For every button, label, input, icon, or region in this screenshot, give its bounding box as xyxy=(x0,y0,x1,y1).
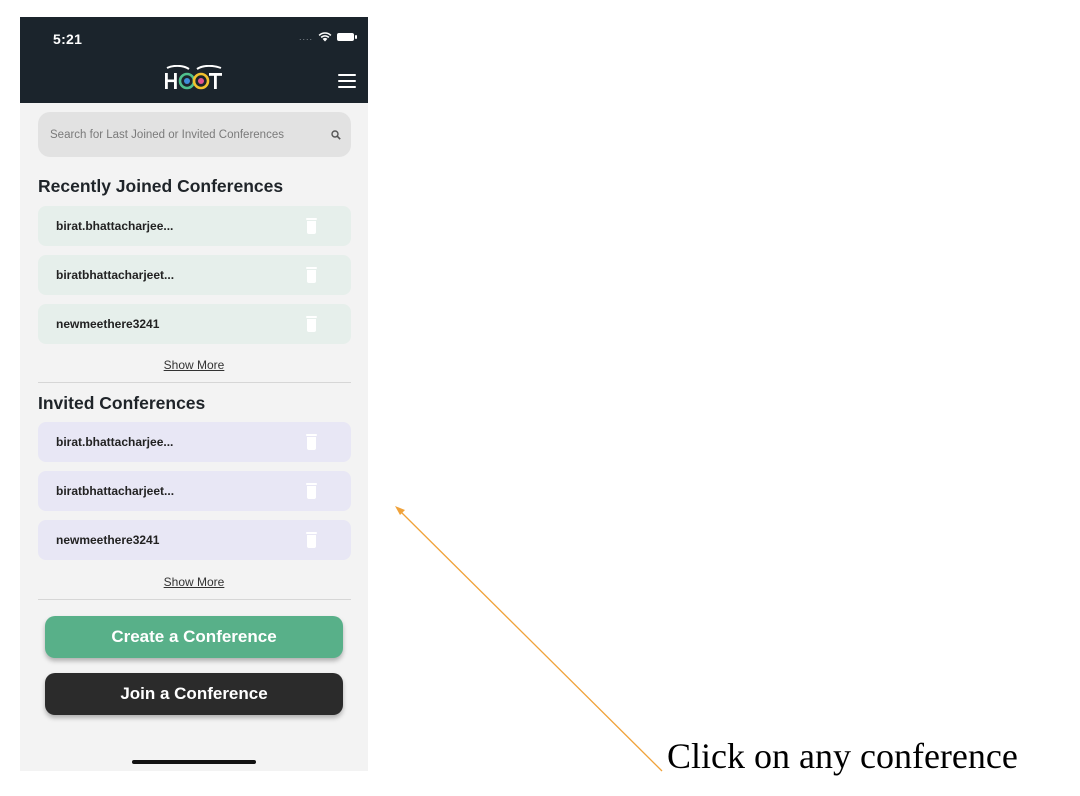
annotation-text: Click on any conference xyxy=(667,736,1018,776)
annotation-arrow xyxy=(395,506,663,772)
